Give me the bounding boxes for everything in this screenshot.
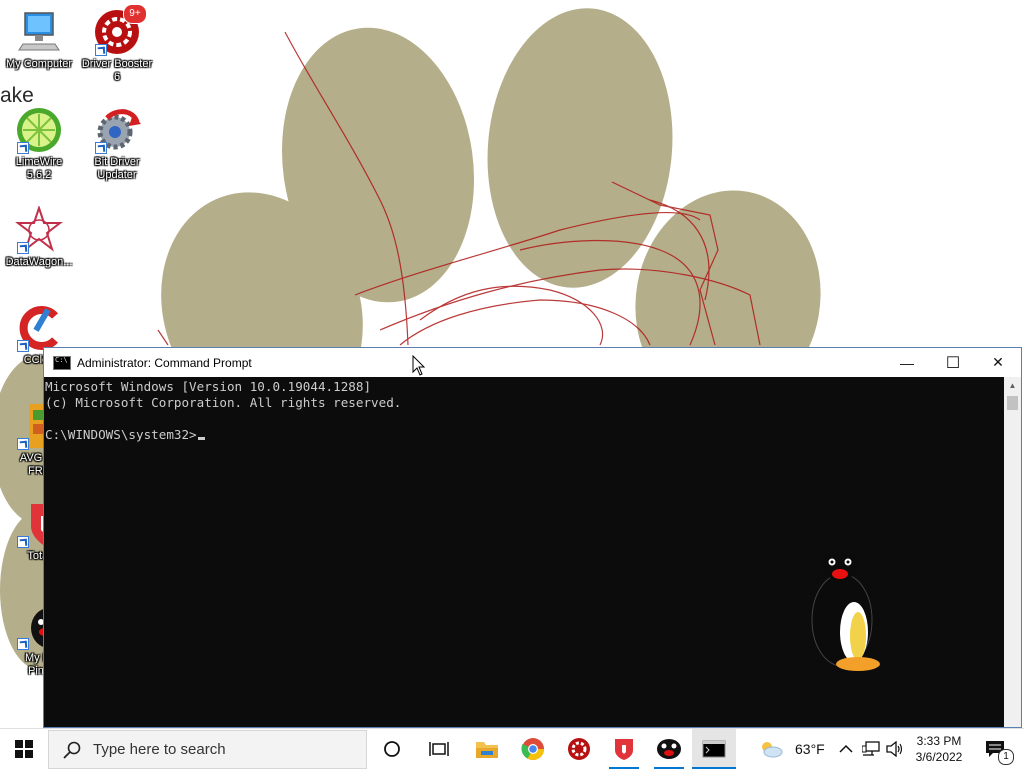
terminal-icon	[702, 740, 726, 758]
gear-icon	[568, 738, 590, 760]
cortana-button[interactable]	[369, 729, 415, 769]
shield-icon	[615, 739, 633, 760]
maximize-button[interactable]: ☐	[930, 348, 976, 377]
task-view-button[interactable]	[416, 729, 462, 769]
pingu-taskbar-button[interactable]	[646, 729, 692, 769]
volume-button[interactable]	[884, 729, 906, 769]
bit-driver-updater-icon[interactable]: Bit Driver Updater	[78, 106, 156, 182]
text-cursor	[197, 437, 205, 440]
limewire-icon[interactable]: LimeWire 5.6.2	[0, 106, 78, 182]
chrome-button[interactable]	[510, 729, 556, 769]
console-prompt: C:\WINDOWS\system32>	[45, 427, 197, 442]
network-icon	[862, 741, 880, 756]
desktop: ake My Computer 9+ Driver Booster 6 Lime…	[0, 0, 1024, 728]
cortana-circle-icon	[384, 741, 400, 757]
folder-icon	[476, 742, 498, 758]
command-prompt-taskbar-button[interactable]	[692, 729, 736, 769]
clock-date: 3/6/2022	[915, 750, 963, 764]
scroll-up-arrow-icon[interactable]: ▲	[1004, 377, 1021, 394]
clock-time: 3:33 PM	[916, 734, 962, 748]
shortcut-arrow-icon	[17, 438, 29, 450]
driver-booster-icon[interactable]: 9+ Driver Booster 6	[78, 4, 156, 84]
close-button[interactable]: ✕	[975, 348, 1021, 377]
show-hidden-icons-button[interactable]	[836, 729, 856, 769]
partly-cloudy-icon	[762, 742, 783, 758]
chrome-icon	[521, 738, 544, 760]
start-button[interactable]	[0, 729, 48, 769]
shortcut-arrow-icon	[17, 638, 29, 650]
shortcut-arrow-icon	[17, 142, 29, 154]
console-line: Microsoft Windows [Version 10.0.19044.12…	[45, 379, 372, 394]
windows-logo-icon	[15, 740, 33, 758]
minimize-button[interactable]: —	[884, 348, 930, 377]
shortcut-arrow-icon	[95, 44, 107, 56]
console-prompt-line[interactable]: C:\WINDOWS\system32>	[45, 427, 1004, 443]
mouse-pointer-icon	[412, 355, 426, 376]
computer-icon	[18, 12, 60, 51]
update-badge: 9+	[123, 4, 147, 24]
shortcut-arrow-icon	[17, 340, 29, 352]
chevron-up-icon	[839, 744, 853, 753]
network-button[interactable]	[860, 729, 882, 769]
window-titlebar[interactable]: Administrator: Command Prompt — ☐ ✕	[44, 348, 1021, 377]
window-title: Administrator: Command Prompt	[77, 355, 252, 370]
shortcut-arrow-icon	[95, 142, 107, 154]
driver-booster-taskbar-button[interactable]	[556, 729, 602, 769]
pingu-icon	[657, 739, 681, 759]
speaker-icon	[886, 741, 903, 757]
task-view-icon	[429, 742, 449, 756]
partial-desktop-text: ake	[0, 84, 34, 107]
console-line: (c) Microsoft Corporation. All rights re…	[45, 395, 402, 410]
my-computer-icon[interactable]: My Computer	[0, 8, 78, 71]
taskbar: Type here to search 63°F 3:33 PM 3/6/202…	[0, 728, 1024, 769]
total-av-taskbar-button[interactable]	[601, 729, 647, 769]
datawagon-icon[interactable]: DataWagon...	[0, 204, 78, 269]
notification-count-badge: 1	[998, 749, 1014, 765]
file-explorer-button[interactable]	[464, 729, 510, 769]
scrollbar-thumb[interactable]	[1007, 396, 1018, 410]
clock[interactable]: 3:33 PM 3/6/2022	[906, 733, 972, 765]
command-prompt-window[interactable]: Administrator: Command Prompt — ☐ ✕ Micr…	[43, 347, 1022, 728]
weather-widget[interactable]: 63°F	[758, 729, 828, 769]
shortcut-arrow-icon	[17, 242, 29, 254]
weather-temperature: 63°F	[795, 741, 825, 757]
vertical-scrollbar[interactable]: ▲	[1004, 377, 1021, 727]
search-icon	[63, 741, 81, 759]
action-center-button[interactable]: 1	[978, 729, 1014, 769]
shortcut-arrow-icon	[17, 536, 29, 548]
search-box[interactable]: Type here to search	[48, 730, 367, 769]
search-placeholder: Type here to search	[93, 741, 226, 758]
cmd-app-icon	[53, 355, 71, 370]
pingu-character-image	[811, 552, 880, 671]
